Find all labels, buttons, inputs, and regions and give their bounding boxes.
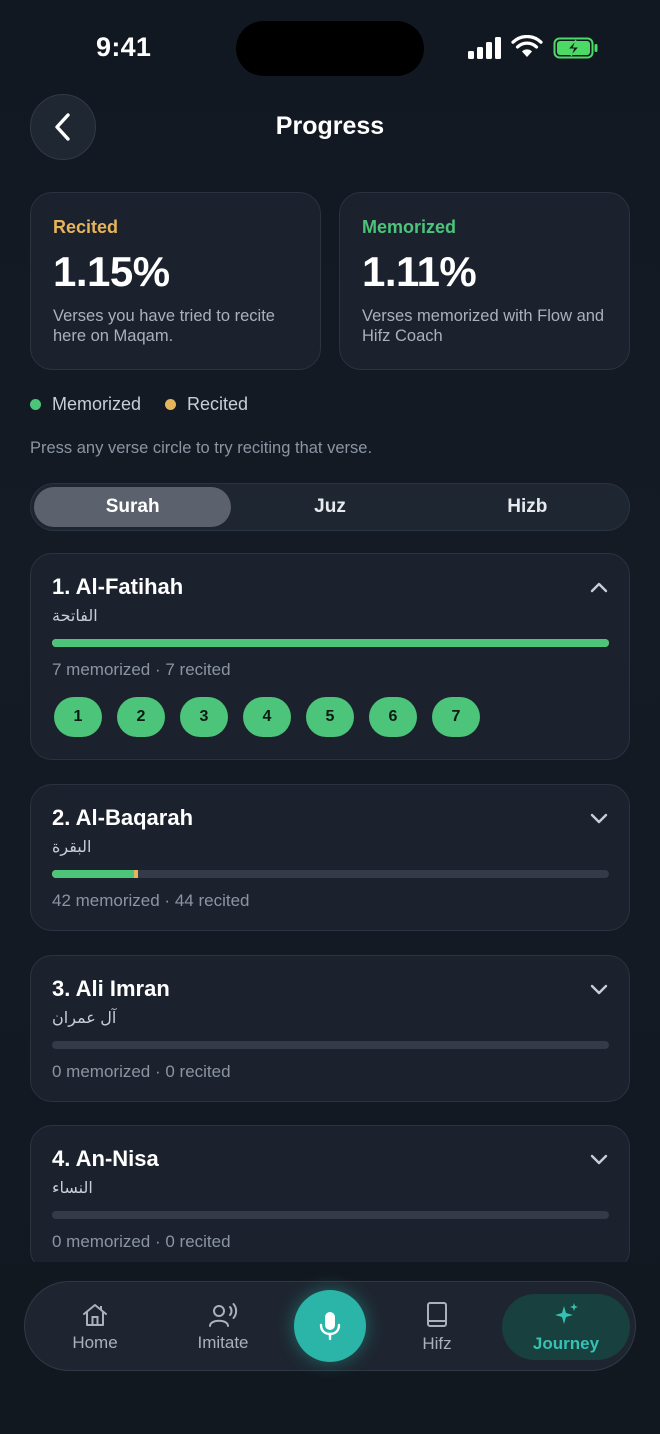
progress-bar — [52, 870, 609, 878]
nav-imitate[interactable]: Imitate — [181, 1282, 265, 1372]
verse-circle-3[interactable]: 3 — [180, 697, 228, 737]
memorized-fill — [52, 870, 134, 878]
legend-memorized-label: Memorized — [52, 394, 142, 414]
book-icon — [427, 1301, 447, 1327]
chevron-down-icon[interactable] — [589, 982, 609, 996]
memorized-dot-icon — [30, 399, 41, 410]
chevron-down-icon[interactable] — [589, 811, 609, 825]
chevron-up-icon[interactable] — [589, 580, 609, 594]
nav-journey-label: Journey — [532, 1333, 600, 1353]
hint-text: Press any verse circle to try reciting t… — [30, 439, 373, 457]
surah-arabic-name: النساء — [52, 1180, 93, 1197]
home-icon — [83, 1303, 107, 1326]
chevron-down-icon[interactable] — [589, 1152, 609, 1166]
progress-bar — [52, 639, 609, 647]
surah-name: 1. Al-Fatihah — [52, 574, 184, 599]
nav-home[interactable]: Home — [55, 1282, 135, 1372]
sparkles-icon — [555, 1302, 578, 1324]
recited-label: Recited — [53, 217, 119, 237]
surah-arabic-name: الفاتحة — [52, 608, 98, 625]
verse-circle-7[interactable]: 7 — [432, 697, 480, 737]
verse-circle-1[interactable]: 1 — [54, 697, 102, 737]
surah-arabic-name: البقرة — [52, 839, 92, 856]
status-bar: 9:41 — [0, 0, 660, 96]
wifi-icon — [511, 35, 543, 57]
surah-counts: 42 memorized · 44 recited — [52, 891, 250, 910]
progress-bar — [52, 1211, 609, 1219]
surah-counts: 0 memorized · 0 recited — [52, 1062, 231, 1081]
legend: Memorized Recited — [30, 394, 272, 415]
recited-percentage: 1.15% — [53, 248, 170, 295]
dynamic-island — [236, 21, 424, 76]
surah-card-al-fatihah[interactable]: 1. Al-Fatihah الفاتحة 7 memorized · 7 re… — [30, 553, 630, 760]
page-title: Progress — [275, 112, 385, 140]
verse-circles: 1 2 3 4 5 6 7 — [54, 697, 495, 737]
cellular-signal-icon — [468, 37, 502, 59]
memorized-stat-card: Memorized 1.11% Verses memorized with Fl… — [339, 192, 630, 370]
memorized-fill — [52, 639, 609, 647]
tab-hizb[interactable]: Hizb — [429, 487, 626, 527]
surah-counts: 0 memorized · 0 recited — [52, 1232, 231, 1251]
verse-circle-2[interactable]: 2 — [117, 697, 165, 737]
surah-card-an-nisa[interactable]: 4. An-Nisa النساء 0 memorized · 0 recite… — [30, 1125, 630, 1272]
progress-bar — [52, 1041, 609, 1049]
legend-recited: Recited — [165, 394, 248, 415]
tab-surah[interactable]: Surah — [34, 487, 232, 527]
speaking-person-icon — [209, 1302, 238, 1327]
battery-charging-icon — [553, 37, 598, 59]
surah-card-ali-imran[interactable]: 3. Ali Imran آل عمران 0 memorized · 0 re… — [30, 955, 630, 1102]
recited-dot-icon — [165, 399, 177, 410]
nav-hifz-label: Hifz — [422, 1333, 452, 1353]
verse-circle-4[interactable]: 4 — [243, 697, 291, 737]
recited-description: Verses you have tried to recite here on … — [53, 307, 275, 345]
nav-home-label: Home — [72, 1332, 118, 1352]
surah-arabic-name: آل عمران — [52, 1010, 117, 1027]
memorized-description: Verses memorized with Flow and Hifz Coac… — [362, 307, 605, 345]
nav-imitate-label: Imitate — [197, 1332, 249, 1352]
nav-hifz[interactable]: Hifz — [403, 1282, 471, 1372]
grouping-segmented-control: Surah Juz Hizb — [30, 483, 630, 531]
microphone-icon — [319, 1312, 341, 1341]
record-mic-button[interactable] — [294, 1290, 366, 1362]
surah-card-al-baqarah[interactable]: 2. Al-Baqarah البقرة 42 memorized · 44 r… — [30, 784, 630, 931]
memorized-label: Memorized — [362, 217, 457, 237]
verse-circle-5[interactable]: 5 — [306, 697, 354, 737]
surah-name: 2. Al-Baqarah — [52, 805, 194, 830]
surah-name: 3. Ali Imran — [52, 976, 170, 1001]
verse-circle-6[interactable]: 6 — [369, 697, 417, 737]
surah-name: 4. An-Nisa — [52, 1146, 159, 1171]
legend-recited-label: Recited — [187, 394, 249, 414]
tab-juz[interactable]: Juz — [231, 487, 428, 527]
memorized-percentage: 1.11% — [362, 248, 477, 295]
nav-journey[interactable]: Journey — [502, 1294, 630, 1360]
recited-stat-card: Recited 1.15% Verses you have tried to r… — [30, 192, 321, 370]
legend-memorized: Memorized — [30, 394, 141, 415]
surah-counts: 7 memorized · 7 recited — [52, 660, 231, 679]
status-time: 9:41 — [96, 32, 152, 62]
